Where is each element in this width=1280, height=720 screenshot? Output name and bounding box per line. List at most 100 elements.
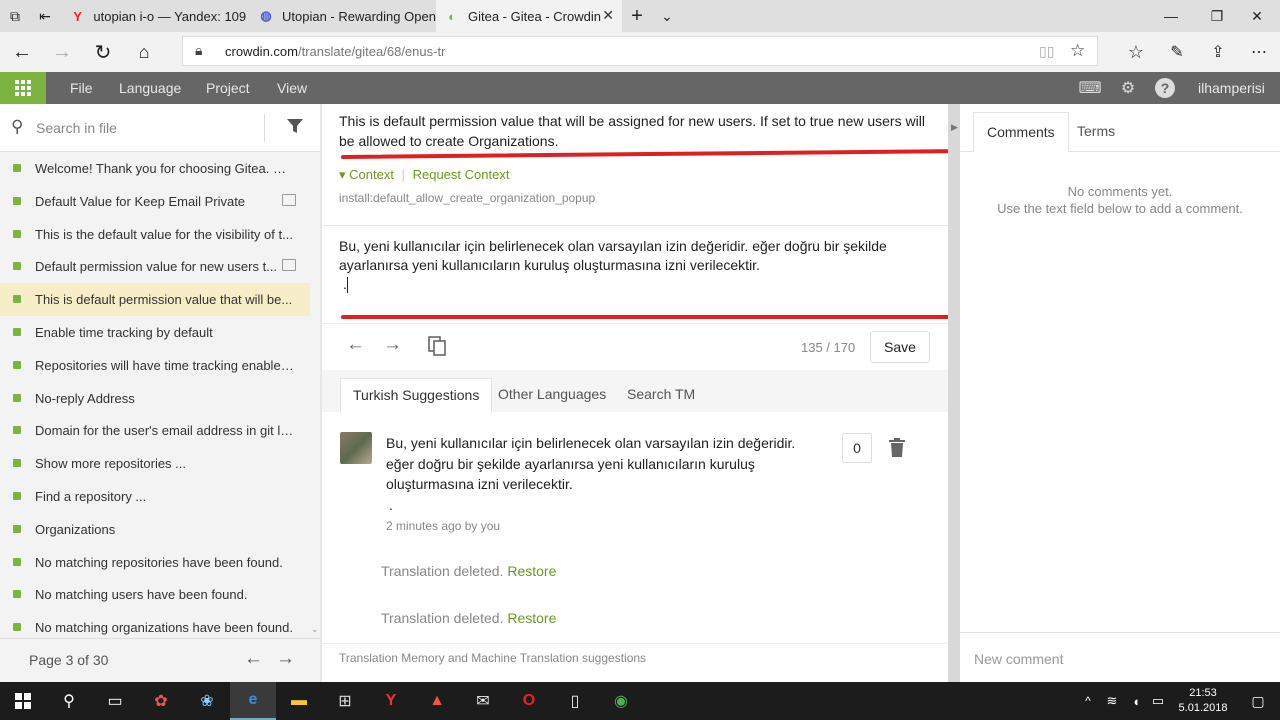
scroll-down-icon[interactable]: ⌄	[311, 624, 319, 635]
list-item[interactable]: Organizations	[0, 513, 310, 546]
search-icon[interactable]: ⚲	[46, 682, 92, 720]
volume-icon[interactable]: ◖	[1124, 682, 1148, 720]
chrome-icon[interactable]: ◉	[598, 682, 644, 720]
restore-link[interactable]: Restore	[507, 610, 556, 626]
tab-actions-icon[interactable]: ⧉	[0, 0, 30, 32]
yandex-browser-icon[interactable]: Y	[368, 682, 414, 720]
list-item[interactable]: Enable time tracking by default	[0, 316, 310, 349]
save-button[interactable]: Save	[870, 331, 930, 363]
translation-text: Bu, yeni kullanıcılar için belirlenecek …	[339, 238, 887, 273]
store-icon[interactable]: ⊞	[322, 682, 368, 720]
task-view-icon[interactable]: ▭	[92, 682, 138, 720]
list-item[interactable]: No-reply Address	[0, 382, 310, 415]
suggestion-main-text: Bu, yeni kullanıcılar için belirlenecek …	[386, 435, 796, 492]
app-icon[interactable]: ✿	[138, 682, 184, 720]
document-icon[interactable]: ▯	[552, 682, 598, 720]
prev-page-icon[interactable]: ←	[244, 648, 263, 670]
restore-link[interactable]: Restore	[507, 563, 556, 579]
menu-view[interactable]: View	[277, 80, 307, 96]
prev-string-icon[interactable]: ←	[346, 334, 365, 356]
copy-source-icon[interactable]	[428, 336, 446, 361]
filter-icon[interactable]	[286, 117, 304, 140]
chevron-down-icon[interactable]: ⌄	[652, 0, 682, 32]
app-icon[interactable]: ▲	[414, 682, 460, 720]
gear-icon[interactable]: ⚙	[1118, 78, 1138, 98]
browser-tab-crowdin[interactable]: ◐ Gitea - Gitea - Crowdin ✕	[436, 0, 622, 32]
search-input[interactable]: Search in file	[36, 120, 117, 136]
new-comment-input[interactable]: New comment	[960, 632, 1280, 682]
close-window-icon[interactable]: ✕	[1234, 0, 1280, 32]
action-center-icon[interactable]: ▢	[1236, 682, 1280, 720]
right-splitter[interactable]: ▶	[948, 104, 960, 682]
url-field[interactable]: 🔒︎ crowdin.com/translate/gitea/68/enus-t…	[182, 36, 1098, 66]
mail-icon[interactable]: ✉	[460, 682, 506, 720]
list-item-label: No matching users have been found.	[35, 587, 248, 603]
request-context-link[interactable]: Request Context	[413, 167, 510, 182]
browser-tab-utopian[interactable]: ◍ Utopian - Rewarding Open	[250, 0, 436, 32]
reading-view-icon[interactable]: ▯▯	[1039, 43, 1054, 60]
menu-project[interactable]: Project	[206, 80, 250, 96]
keyboard-icon[interactable]: ⌨	[1078, 78, 1101, 98]
set-aside-tabs-icon[interactable]: ⇤	[30, 0, 60, 32]
forward-icon[interactable]: →	[48, 38, 76, 66]
list-item[interactable]: Welcome! Thank you for choosing Gitea. H…	[0, 152, 310, 185]
page-indicator: Page 3 of 30	[29, 652, 109, 668]
list-item[interactable]: Domain for the user's email address in g…	[0, 414, 310, 447]
url-text: crowdin.com/translate/gitea/68/enus-tr	[225, 44, 445, 59]
back-icon[interactable]: ←	[8, 38, 36, 66]
windows-start-icon[interactable]	[0, 682, 46, 720]
list-item[interactable]: Default Value for Keep Email Private	[0, 185, 310, 218]
context-toggle[interactable]: ▾ Context	[339, 167, 394, 182]
file-explorer-icon[interactable]: ▬	[276, 682, 322, 720]
favorites-hub-icon[interactable]: ☆	[1122, 38, 1150, 66]
no-comments-message: No comments yet. Use the text field belo…	[960, 183, 1280, 217]
clock[interactable]: 21:53 5.01.2018	[1168, 686, 1238, 716]
vote-count[interactable]: 0	[842, 433, 872, 463]
translation-extra-line: .	[339, 275, 929, 294]
deleted-text: Translation deleted.	[381, 610, 504, 626]
share-icon[interactable]: ⇪	[1204, 38, 1232, 66]
refresh-icon[interactable]: ↻	[89, 38, 117, 66]
tab-search-tm[interactable]: Search TM	[615, 378, 707, 412]
tab-other-languages[interactable]: Other Languages	[486, 378, 618, 412]
minimize-icon[interactable]: —	[1148, 0, 1194, 32]
more-icon[interactable]: ⋯	[1245, 38, 1273, 66]
menu-file[interactable]: File	[70, 80, 93, 96]
username[interactable]: ilhamperisi	[1198, 80, 1265, 96]
trash-icon[interactable]	[888, 438, 906, 463]
search-bar[interactable]: ⚲ Search in file	[0, 104, 320, 152]
star-icon[interactable]: ☆	[1070, 41, 1085, 61]
close-tab-icon[interactable]: ✕	[602, 7, 614, 24]
tab-comments[interactable]: Comments	[973, 112, 1069, 152]
tab-terms[interactable]: Terms	[1064, 112, 1128, 152]
list-item[interactable]: Default permission value for new users t…	[0, 250, 310, 283]
suggestion-text[interactable]: Bu, yeni kullanıcılar için belirlenecek …	[386, 433, 826, 515]
translation-textarea[interactable]: Bu, yeni kullanıcılar için belirlenecek …	[339, 237, 929, 294]
tab-turkish-suggestions[interactable]: Turkish Suggestions	[340, 378, 493, 412]
apps-grid-icon[interactable]	[0, 72, 46, 104]
browser-tab-yandex[interactable]: Y utopian i-o — Yandex: 109 r	[62, 0, 248, 32]
next-string-icon[interactable]: →	[383, 334, 402, 356]
new-tab-icon[interactable]: +	[622, 0, 652, 32]
next-page-icon[interactable]: →	[276, 648, 295, 670]
opera-icon[interactable]: O	[506, 682, 552, 720]
home-icon[interactable]: ⌂	[130, 38, 158, 66]
list-item[interactable]: No matching users have been found.	[0, 578, 310, 611]
list-item-label: No matching repositories have been found…	[35, 554, 283, 570]
battery-icon[interactable]: ▭	[1146, 682, 1170, 720]
list-item[interactable]: Find a repository ...	[0, 480, 310, 513]
list-item[interactable]: No matching repositories have been found…	[0, 546, 310, 579]
edge-icon[interactable]: e	[230, 682, 276, 720]
chevron-up-icon[interactable]: ^	[1076, 682, 1100, 720]
list-item[interactable]: Show more repositories ...	[0, 447, 310, 480]
network-icon[interactable]: ≋	[1100, 682, 1124, 720]
list-item[interactable]: Repositories will have time tracking ena…	[0, 349, 310, 382]
collapse-right-icon[interactable]: ▶	[951, 122, 958, 133]
menu-language[interactable]: Language	[119, 80, 181, 96]
help-icon[interactable]: ?	[1155, 78, 1175, 98]
pen-icon[interactable]: ✎	[1163, 38, 1191, 66]
list-item[interactable]: This is default permission value that wi…	[0, 283, 310, 317]
list-scrollbar[interactable]: ⌄	[310, 152, 320, 638]
list-item[interactable]: This is the default value for the visibi…	[0, 218, 310, 251]
app-icon[interactable]: ❀	[184, 682, 230, 720]
